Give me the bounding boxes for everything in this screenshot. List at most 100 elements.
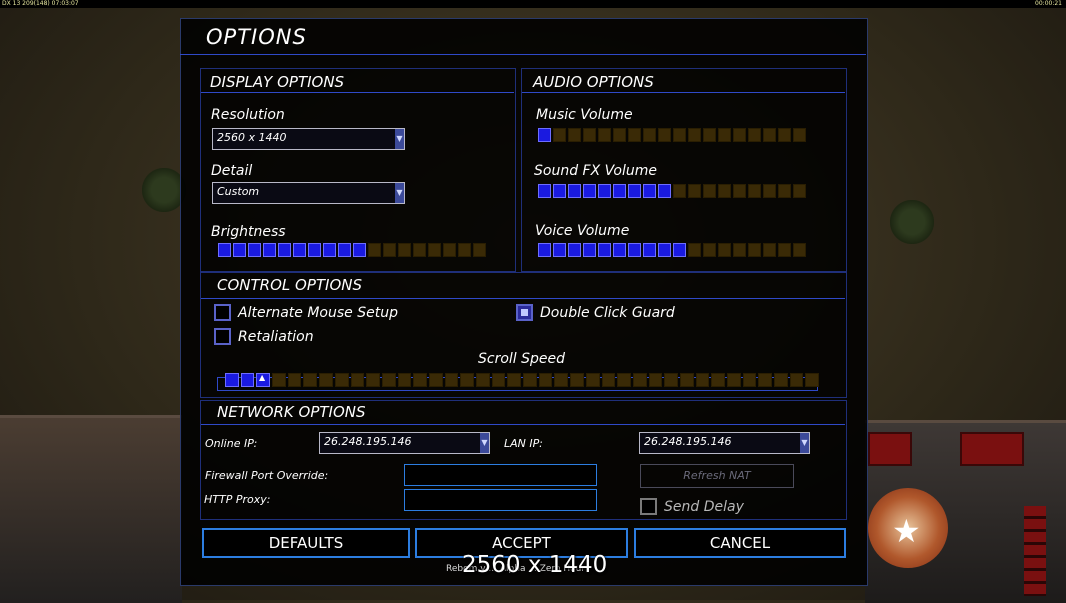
firewall-port-input[interactable] [404, 464, 597, 486]
slider-segment[interactable] [458, 243, 471, 257]
slider-segment[interactable] [303, 373, 318, 387]
slider-segment[interactable] [598, 184, 611, 198]
slider-segment[interactable] [444, 373, 459, 387]
chevron-down-icon[interactable]: ▼ [395, 183, 404, 203]
slider-segment[interactable] [538, 184, 551, 198]
slider-segment[interactable] [628, 243, 641, 257]
slider-segment[interactable] [703, 128, 716, 142]
slider-segment[interactable] [583, 243, 596, 257]
slider-segment[interactable] [308, 243, 321, 257]
slider-segment[interactable] [643, 243, 656, 257]
slider-segment[interactable] [793, 243, 806, 257]
slider-segment[interactable] [383, 243, 396, 257]
slider-segment[interactable] [338, 243, 351, 257]
slider-segment[interactable] [413, 243, 426, 257]
slider-segment[interactable] [601, 373, 616, 387]
online-ip-dropdown[interactable]: 26.248.195.146 ▼ [319, 432, 490, 454]
slider-segment[interactable] [805, 373, 820, 387]
slider-segment[interactable] [248, 243, 261, 257]
retaliation-checkbox[interactable] [214, 328, 231, 345]
slider-segment[interactable] [553, 184, 566, 198]
slider-segment[interactable] [476, 373, 490, 387]
slider-segment[interactable] [718, 243, 731, 257]
slider-segment[interactable] [742, 373, 757, 387]
slider-segment[interactable] [366, 373, 380, 387]
slider-segment[interactable] [789, 373, 804, 387]
slider-segment[interactable] [688, 128, 701, 142]
slider-segment[interactable] [538, 243, 551, 257]
chevron-down-icon[interactable]: ▼ [395, 129, 404, 149]
slider-segment[interactable] [287, 373, 302, 387]
slider-segment[interactable] [617, 373, 631, 387]
slider-segment[interactable] [679, 373, 694, 387]
slider-segment[interactable] [553, 243, 566, 257]
slider-segment[interactable] [793, 184, 806, 198]
alternate-mouse-checkbox[interactable] [214, 304, 231, 321]
slider-segment[interactable] [711, 373, 725, 387]
slider-segment[interactable] [278, 243, 291, 257]
slider-segment[interactable] [568, 243, 581, 257]
slider-segment[interactable] [703, 243, 716, 257]
http-proxy-input[interactable] [404, 489, 597, 511]
slider-segment[interactable] [774, 373, 788, 387]
slider-segment[interactable] [658, 128, 671, 142]
slider-segment[interactable] [748, 184, 761, 198]
slider-segment[interactable] [695, 373, 710, 387]
slider-segment[interactable] [703, 184, 716, 198]
cancel-button[interactable]: CANCEL [634, 528, 846, 558]
slider-segment[interactable] [664, 373, 678, 387]
slider-segment[interactable] [598, 243, 611, 257]
slider-segment[interactable] [648, 373, 663, 387]
slider-segment[interactable] [718, 184, 731, 198]
slider-segment[interactable] [460, 373, 474, 387]
slider-segment[interactable] [263, 243, 276, 257]
music-volume-slider[interactable] [538, 128, 806, 142]
slider-segment[interactable] [763, 243, 776, 257]
slider-segment[interactable] [570, 373, 584, 387]
slider-segment[interactable] [778, 243, 791, 257]
slider-segment[interactable] [397, 373, 412, 387]
resolution-dropdown[interactable]: 2560 x 1440 ▼ [212, 128, 405, 150]
slider-segment[interactable] [553, 128, 566, 142]
slider-segment[interactable] [763, 128, 776, 142]
brightness-slider[interactable] [218, 243, 486, 257]
slider-segment[interactable] [598, 128, 611, 142]
slider-segment[interactable] [233, 243, 246, 257]
slider-segment[interactable] [643, 128, 656, 142]
slider-segment[interactable] [583, 184, 596, 198]
slider-segment[interactable] [218, 243, 231, 257]
slider-segment[interactable] [583, 128, 596, 142]
slider-segment[interactable] [613, 128, 626, 142]
send-delay-checkbox[interactable] [640, 498, 657, 515]
slider-segment[interactable] [673, 184, 686, 198]
slider-segment[interactable] [319, 373, 333, 387]
slider-segment[interactable] [585, 373, 600, 387]
slider-segment[interactable] [727, 373, 741, 387]
slider-segment[interactable] [718, 128, 731, 142]
slider-segment[interactable] [658, 243, 671, 257]
slider-segment[interactable] [643, 184, 656, 198]
slider-segment[interactable] [673, 243, 686, 257]
slider-segment[interactable] [733, 128, 746, 142]
slider-segment[interactable] [225, 373, 239, 387]
slider-segment[interactable] [523, 373, 537, 387]
slider-segment[interactable] [507, 373, 522, 387]
slider-segment[interactable] [673, 128, 686, 142]
slider-segment[interactable] [733, 243, 746, 257]
slider-segment[interactable] [272, 373, 286, 387]
slider-segment[interactable] [733, 184, 746, 198]
voice-volume-slider[interactable] [538, 243, 806, 257]
slider-segment[interactable] [538, 128, 551, 142]
slider-segment[interactable] [443, 243, 456, 257]
slider-segment[interactable] [240, 373, 255, 387]
slider-segment[interactable] [778, 128, 791, 142]
defaults-button[interactable]: DEFAULTS [202, 528, 410, 558]
slider-segment[interactable] [350, 373, 365, 387]
chevron-down-icon[interactable]: ▼ [480, 433, 489, 453]
slider-segment[interactable] [491, 373, 506, 387]
slider-segment[interactable] [748, 128, 761, 142]
scroll-speed-slider[interactable] [225, 373, 820, 387]
slider-segment[interactable] [334, 373, 349, 387]
slider-segment[interactable] [413, 373, 427, 387]
slider-segment[interactable] [748, 243, 761, 257]
